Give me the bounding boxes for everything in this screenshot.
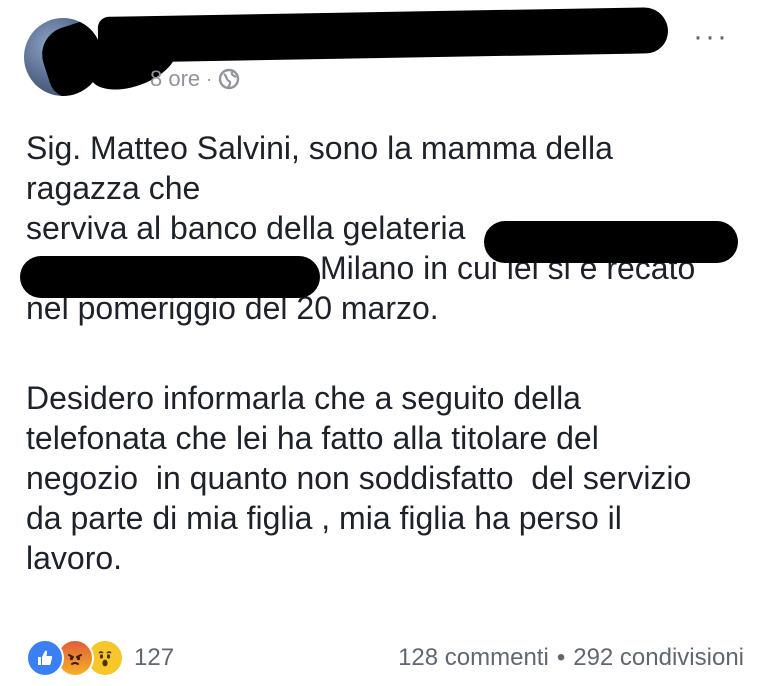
post-line: ragazza che	[26, 170, 201, 206]
post-footer: 127 128 commenti • 292 condivisioni	[26, 636, 744, 680]
redacted-shop-name	[484, 221, 738, 263]
stats-separator: •	[556, 644, 566, 671]
globe-icon[interactable]	[218, 68, 240, 90]
post-line: Desidero informarla che a seguito della	[26, 380, 581, 416]
reactions-summary[interactable]: 127	[26, 639, 174, 677]
meta-separator: ·	[206, 68, 213, 89]
post-stats: 128 commenti • 292 condivisioni	[398, 644, 744, 672]
post-line: da parte di mia figlia , mia figlia ha p…	[26, 500, 622, 536]
avatar[interactable]	[24, 18, 102, 96]
like-icon	[26, 639, 64, 677]
comments-link[interactable]: 128 commenti	[398, 644, 549, 672]
post-meta: 8 ore ·	[150, 66, 240, 92]
post-line: lavoro.	[26, 540, 123, 576]
more-options-icon[interactable]: ···	[693, 22, 729, 52]
redaction-scribble	[34, 18, 102, 96]
redacted-address	[20, 256, 320, 298]
reaction-count: 127	[134, 644, 175, 671]
facebook-post: 8 ore · ··· Sig. Matteo Salvini, sono la…	[0, 0, 767, 686]
shares-link[interactable]: 292 condivisioni	[573, 644, 744, 672]
post-text: Sig. Matteo Salvini, sono la mamma della…	[26, 128, 746, 578]
redacted-author-name	[97, 7, 669, 63]
post-line: Sig. Matteo Salvini, sono la mamma della	[26, 130, 613, 166]
post-time[interactable]: 8 ore	[150, 66, 200, 92]
post-line: telefonata che lei ha fatto alla titolar…	[26, 420, 599, 456]
post-line: negozio in quanto non soddisfatto del se…	[26, 460, 692, 496]
